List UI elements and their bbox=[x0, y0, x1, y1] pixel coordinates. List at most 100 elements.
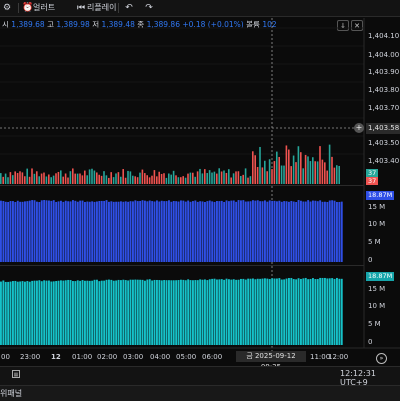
blue-bar bbox=[163, 201, 166, 262]
blue-bar bbox=[160, 200, 163, 262]
volume-bar bbox=[297, 146, 300, 184]
cyan-bar bbox=[40, 281, 43, 345]
cyan-bar bbox=[110, 279, 113, 345]
blue-axis-label: 0 bbox=[368, 256, 373, 264]
scroll-to-realtime-icon[interactable]: » bbox=[376, 353, 387, 364]
cyan-bar bbox=[81, 280, 84, 345]
add-alert-plus-icon[interactable]: + bbox=[354, 123, 364, 133]
volume-bar bbox=[230, 177, 232, 184]
cyan-bar bbox=[108, 279, 110, 345]
blue-bar bbox=[177, 201, 180, 262]
volume-bar bbox=[168, 173, 170, 184]
volume-bar bbox=[33, 173, 36, 184]
panel-tab-label[interactable]: 위패널 bbox=[0, 388, 22, 399]
blue-bar bbox=[328, 200, 331, 262]
volume-bar bbox=[112, 177, 115, 184]
blue-series-bars bbox=[0, 200, 343, 262]
cyan-bar bbox=[172, 280, 175, 345]
price-label: 1,403.40 bbox=[368, 157, 400, 165]
volume-bar bbox=[24, 176, 26, 184]
volume-bar bbox=[105, 175, 108, 184]
cyan-bar bbox=[93, 279, 96, 345]
volume-bar bbox=[110, 172, 112, 184]
time-label: 05:00 bbox=[176, 353, 197, 361]
blue-bar bbox=[189, 201, 192, 262]
blue-bar bbox=[280, 201, 283, 262]
volume-bar bbox=[31, 168, 33, 184]
blue-bar bbox=[55, 201, 58, 262]
volume-bar bbox=[326, 170, 328, 184]
cyan-bar bbox=[295, 279, 298, 345]
volume-bar bbox=[312, 157, 314, 184]
cyan-bar bbox=[129, 279, 132, 345]
cyan-bar bbox=[304, 277, 307, 345]
blue-bar bbox=[21, 201, 24, 262]
volume-bar bbox=[225, 172, 228, 184]
blue-bar bbox=[93, 201, 96, 262]
volume-bar bbox=[295, 162, 297, 184]
volume-bar bbox=[216, 173, 218, 184]
cyan-bar bbox=[100, 280, 103, 345]
blue-bar bbox=[110, 201, 113, 262]
blue-bar bbox=[242, 200, 245, 262]
cyan-bar bbox=[74, 281, 77, 345]
volume-bar bbox=[333, 167, 336, 184]
volume-bar bbox=[256, 167, 259, 184]
volume-bar bbox=[52, 175, 55, 184]
cyan-bar bbox=[187, 279, 190, 345]
volume-bar bbox=[48, 174, 50, 184]
blue-bar bbox=[211, 201, 214, 262]
blue-bar bbox=[264, 200, 266, 262]
blue-bar bbox=[309, 201, 312, 262]
blue-bar bbox=[321, 201, 324, 262]
bottom-panel-bar bbox=[0, 385, 400, 401]
cyan-bar bbox=[60, 280, 62, 345]
cyan-bar bbox=[261, 278, 264, 345]
blue-bar bbox=[57, 201, 60, 262]
blue-bar bbox=[319, 200, 322, 262]
volume-bar bbox=[328, 144, 331, 184]
price-label: 1,403.90 bbox=[368, 68, 400, 76]
blue-bar bbox=[96, 201, 98, 262]
blue-bar bbox=[225, 200, 228, 262]
blue-bar bbox=[199, 201, 202, 262]
volume-bar bbox=[232, 173, 235, 184]
volume-bar bbox=[189, 172, 192, 184]
volume-bar bbox=[91, 168, 93, 184]
cyan-bar bbox=[307, 279, 310, 345]
blue-bar bbox=[288, 201, 290, 262]
cyan-bar bbox=[204, 279, 206, 345]
blue-bar bbox=[180, 200, 182, 262]
cyan-bar bbox=[300, 278, 302, 345]
cyan-bar bbox=[144, 280, 146, 345]
volume-bar bbox=[153, 170, 156, 184]
cyan-bar bbox=[184, 280, 187, 345]
volume-bar bbox=[100, 175, 103, 184]
blue-bar bbox=[266, 201, 269, 262]
volume-bar bbox=[266, 171, 268, 184]
cyan-bar bbox=[103, 280, 106, 345]
blue-bar bbox=[156, 200, 158, 262]
volume-bar bbox=[338, 165, 340, 184]
blue-bar bbox=[91, 201, 94, 262]
chart-canvas[interactable] bbox=[0, 0, 400, 366]
blue-bar bbox=[153, 201, 156, 262]
cyan-bar bbox=[297, 278, 300, 345]
blue-bar bbox=[285, 201, 288, 262]
blue-bar bbox=[208, 200, 211, 262]
cyan-bar bbox=[218, 279, 221, 345]
blue-bar bbox=[187, 200, 190, 262]
blue-bar bbox=[194, 200, 197, 262]
cyan-bar bbox=[55, 281, 58, 345]
blue-bar bbox=[136, 201, 139, 262]
blue-bar bbox=[50, 200, 53, 262]
volume-bar bbox=[14, 171, 16, 184]
cyan-bar bbox=[24, 281, 26, 345]
blue-bar bbox=[112, 201, 115, 262]
pane-separator bbox=[0, 265, 364, 266]
calendar-icon[interactable]: ▦ bbox=[12, 370, 20, 378]
blue-axis-label: 15 M bbox=[368, 203, 386, 211]
cyan-bar bbox=[146, 279, 149, 345]
volume-bar bbox=[156, 176, 158, 184]
cyan-bar bbox=[0, 281, 2, 345]
